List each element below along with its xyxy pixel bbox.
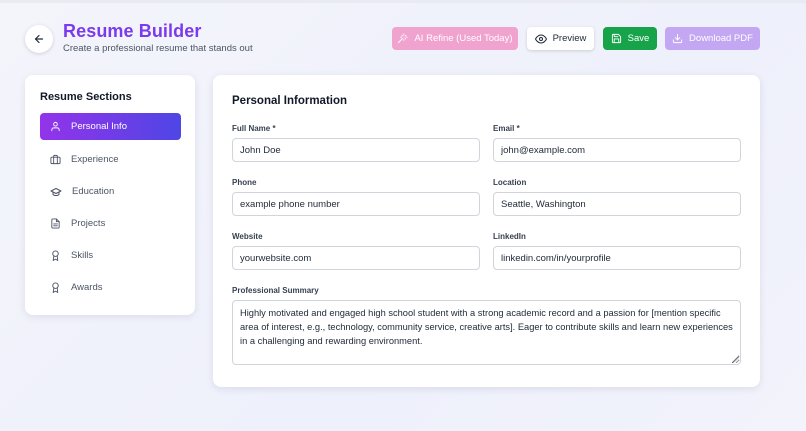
- page-title: Resume Builder: [63, 21, 202, 41]
- sidebar-item-personal-info[interactable]: Personal Info: [40, 113, 181, 140]
- wand-icon: [398, 33, 409, 44]
- sidebar-item-label: Personal Info: [71, 121, 127, 132]
- ai-refine-label: AI Refine (Used Today): [414, 33, 513, 44]
- sidebar-item-experience[interactable]: Experience: [40, 146, 181, 173]
- email-input[interactable]: [493, 138, 741, 162]
- resume-sections-sidebar: Resume Sections Personal Info Experience…: [25, 75, 195, 315]
- briefcase-icon: [50, 154, 61, 165]
- user-icon: [51, 121, 60, 132]
- graduation-cap-icon: [50, 187, 62, 196]
- arrow-left-icon: [34, 34, 44, 44]
- sidebar-item-skills[interactable]: Skills: [40, 242, 181, 269]
- download-pdf-button[interactable]: Download PDF: [665, 27, 760, 50]
- website-input[interactable]: [232, 246, 480, 270]
- sidebar-title: Resume Sections: [40, 91, 132, 103]
- preview-button[interactable]: Preview: [527, 27, 594, 50]
- sidebar-item-education[interactable]: Education: [40, 178, 181, 205]
- email-label: Email *: [493, 124, 520, 133]
- section-title: Personal Information: [232, 95, 348, 107]
- sidebar-item-awards[interactable]: Awards: [40, 274, 181, 301]
- sidebar-item-label: Experience: [71, 154, 119, 165]
- sidebar-item-projects[interactable]: Projects: [40, 210, 181, 237]
- sidebar-item-label: Projects: [71, 218, 106, 229]
- location-label: Location: [493, 178, 527, 187]
- save-label: Save: [627, 33, 650, 44]
- linkedin-input[interactable]: [493, 246, 741, 270]
- phone-input[interactable]: [232, 192, 480, 216]
- top-border: [0, 0, 806, 3]
- website-label: Website: [232, 232, 263, 241]
- eye-icon: [534, 34, 547, 43]
- award-icon: [52, 282, 59, 293]
- ai-refine-button[interactable]: AI Refine (Used Today): [392, 27, 518, 50]
- professional-summary-textarea[interactable]: Highly motivated and engaged high school…: [232, 300, 741, 365]
- professional-summary-label: Professional Summary: [232, 286, 319, 295]
- page-subtitle: Create a professional resume that stands…: [63, 43, 253, 54]
- linkedin-label: LinkedIn: [493, 232, 526, 241]
- full-name-label: Full Name *: [232, 124, 276, 133]
- save-icon: [611, 33, 621, 44]
- resize-handle-icon[interactable]: [733, 357, 739, 363]
- full-name-input[interactable]: [232, 138, 480, 162]
- sidebar-item-label: Education: [72, 186, 115, 197]
- save-button[interactable]: Save: [603, 27, 657, 50]
- download-icon: [672, 33, 683, 44]
- award-icon: [52, 250, 59, 261]
- download-pdf-label: Download PDF: [689, 33, 753, 44]
- preview-label: Preview: [552, 33, 587, 44]
- location-input[interactable]: [493, 192, 741, 216]
- personal-information-panel: Personal Information Full Name * Email *…: [213, 75, 760, 387]
- sidebar-item-label: Awards: [71, 282, 103, 293]
- back-button[interactable]: [25, 25, 53, 53]
- sidebar-item-label: Skills: [71, 250, 94, 261]
- file-icon: [51, 218, 60, 229]
- phone-label: Phone: [232, 178, 257, 187]
